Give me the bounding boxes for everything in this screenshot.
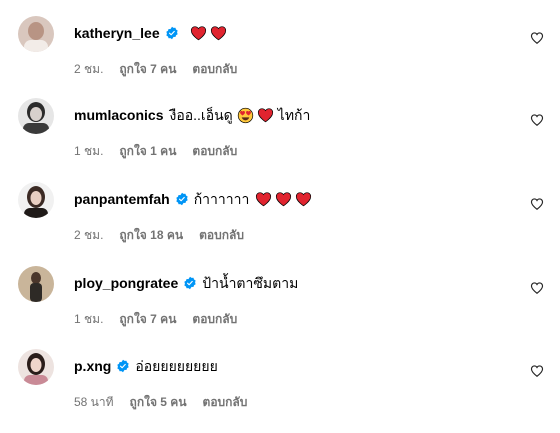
comment-text: ป้าน้ำตาซึมตาม: [202, 275, 299, 291]
username-link[interactable]: mumlaconics: [74, 106, 163, 124]
heart-eyes-face-emoji-icon: [237, 107, 254, 124]
comment-item: panpantemfah ก้าาาาาา 2 ชม. ถูกใจ 18 คน …: [0, 182, 560, 266]
heart-outline-icon[interactable]: [530, 364, 544, 378]
red-heart-emoji-icon: [210, 25, 227, 42]
likes-count-button[interactable]: ถูกใจ 5 คน: [130, 394, 187, 410]
comment-text: งืออ..เอ็นดู: [169, 107, 233, 123]
reply-button[interactable]: ตอบกลับ: [203, 394, 248, 410]
likes-count-button[interactable]: ถูกใจ 1 คน: [119, 143, 176, 159]
comment-text: ก้าาาาาา: [193, 191, 250, 207]
reply-button[interactable]: ตอบกลับ: [192, 143, 237, 159]
verified-badge-icon: [183, 276, 197, 290]
heart-outline-icon[interactable]: [530, 281, 544, 295]
red-heart-emoji-icon: [275, 191, 292, 208]
comment-timestamp: 2 ชม.: [74, 228, 104, 242]
likes-count-button[interactable]: ถูกใจ 7 คน: [119, 311, 176, 327]
username-link[interactable]: katheryn_lee: [74, 24, 160, 42]
username-link[interactable]: panpantemfah: [74, 190, 170, 208]
avatar[interactable]: [18, 98, 54, 134]
red-heart-emoji-icon: [190, 25, 207, 42]
verified-badge-icon: [165, 26, 179, 40]
comment-item: mumlaconics งืออ..เอ็นดู ไทก้า 1 ชม. ถูก…: [0, 98, 560, 182]
username-link[interactable]: ploy_pongratee: [74, 274, 178, 292]
heart-outline-icon[interactable]: [530, 31, 544, 45]
red-heart-emoji-icon: [295, 191, 312, 208]
comment-item: katheryn_lee 2 ชม. ถูกใจ 7 คน ตอบกลับ: [0, 16, 560, 100]
avatar[interactable]: [18, 349, 54, 385]
verified-badge-icon: [175, 192, 189, 206]
avatar[interactable]: [18, 266, 54, 302]
verified-badge-icon: [116, 359, 130, 373]
avatar[interactable]: [18, 182, 54, 218]
comment-text: อ่อยยยยยยยย: [135, 358, 218, 374]
avatar[interactable]: [18, 16, 54, 52]
comment-timestamp: 58 นาที: [74, 395, 114, 409]
red-heart-emoji-icon: [257, 107, 274, 124]
heart-outline-icon[interactable]: [530, 197, 544, 211]
comment-timestamp: 1 ชม.: [74, 312, 104, 326]
comment-item: ploy_pongratee ป้าน้ำตาซึมตาม 1 ชม. ถูกใ…: [0, 266, 560, 350]
comment-timestamp: 1 ชม.: [74, 144, 104, 158]
reply-button[interactable]: ตอบกลับ: [192, 61, 237, 77]
heart-outline-icon[interactable]: [530, 113, 544, 127]
likes-count-button[interactable]: ถูกใจ 18 คน: [119, 227, 183, 243]
red-heart-emoji-icon: [255, 191, 272, 208]
username-link[interactable]: p.xng: [74, 357, 111, 375]
reply-button[interactable]: ตอบกลับ: [192, 311, 237, 327]
likes-count-button[interactable]: ถูกใจ 7 คน: [119, 61, 176, 77]
reply-button[interactable]: ตอบกลับ: [199, 227, 244, 243]
comment-item: p.xng อ่อยยยยยยยย 58 นาที ถูกใจ 5 คน ตอบ…: [0, 349, 560, 433]
comment-text-suffix: ไทก้า: [277, 107, 311, 123]
comment-timestamp: 2 ชม.: [74, 62, 104, 76]
